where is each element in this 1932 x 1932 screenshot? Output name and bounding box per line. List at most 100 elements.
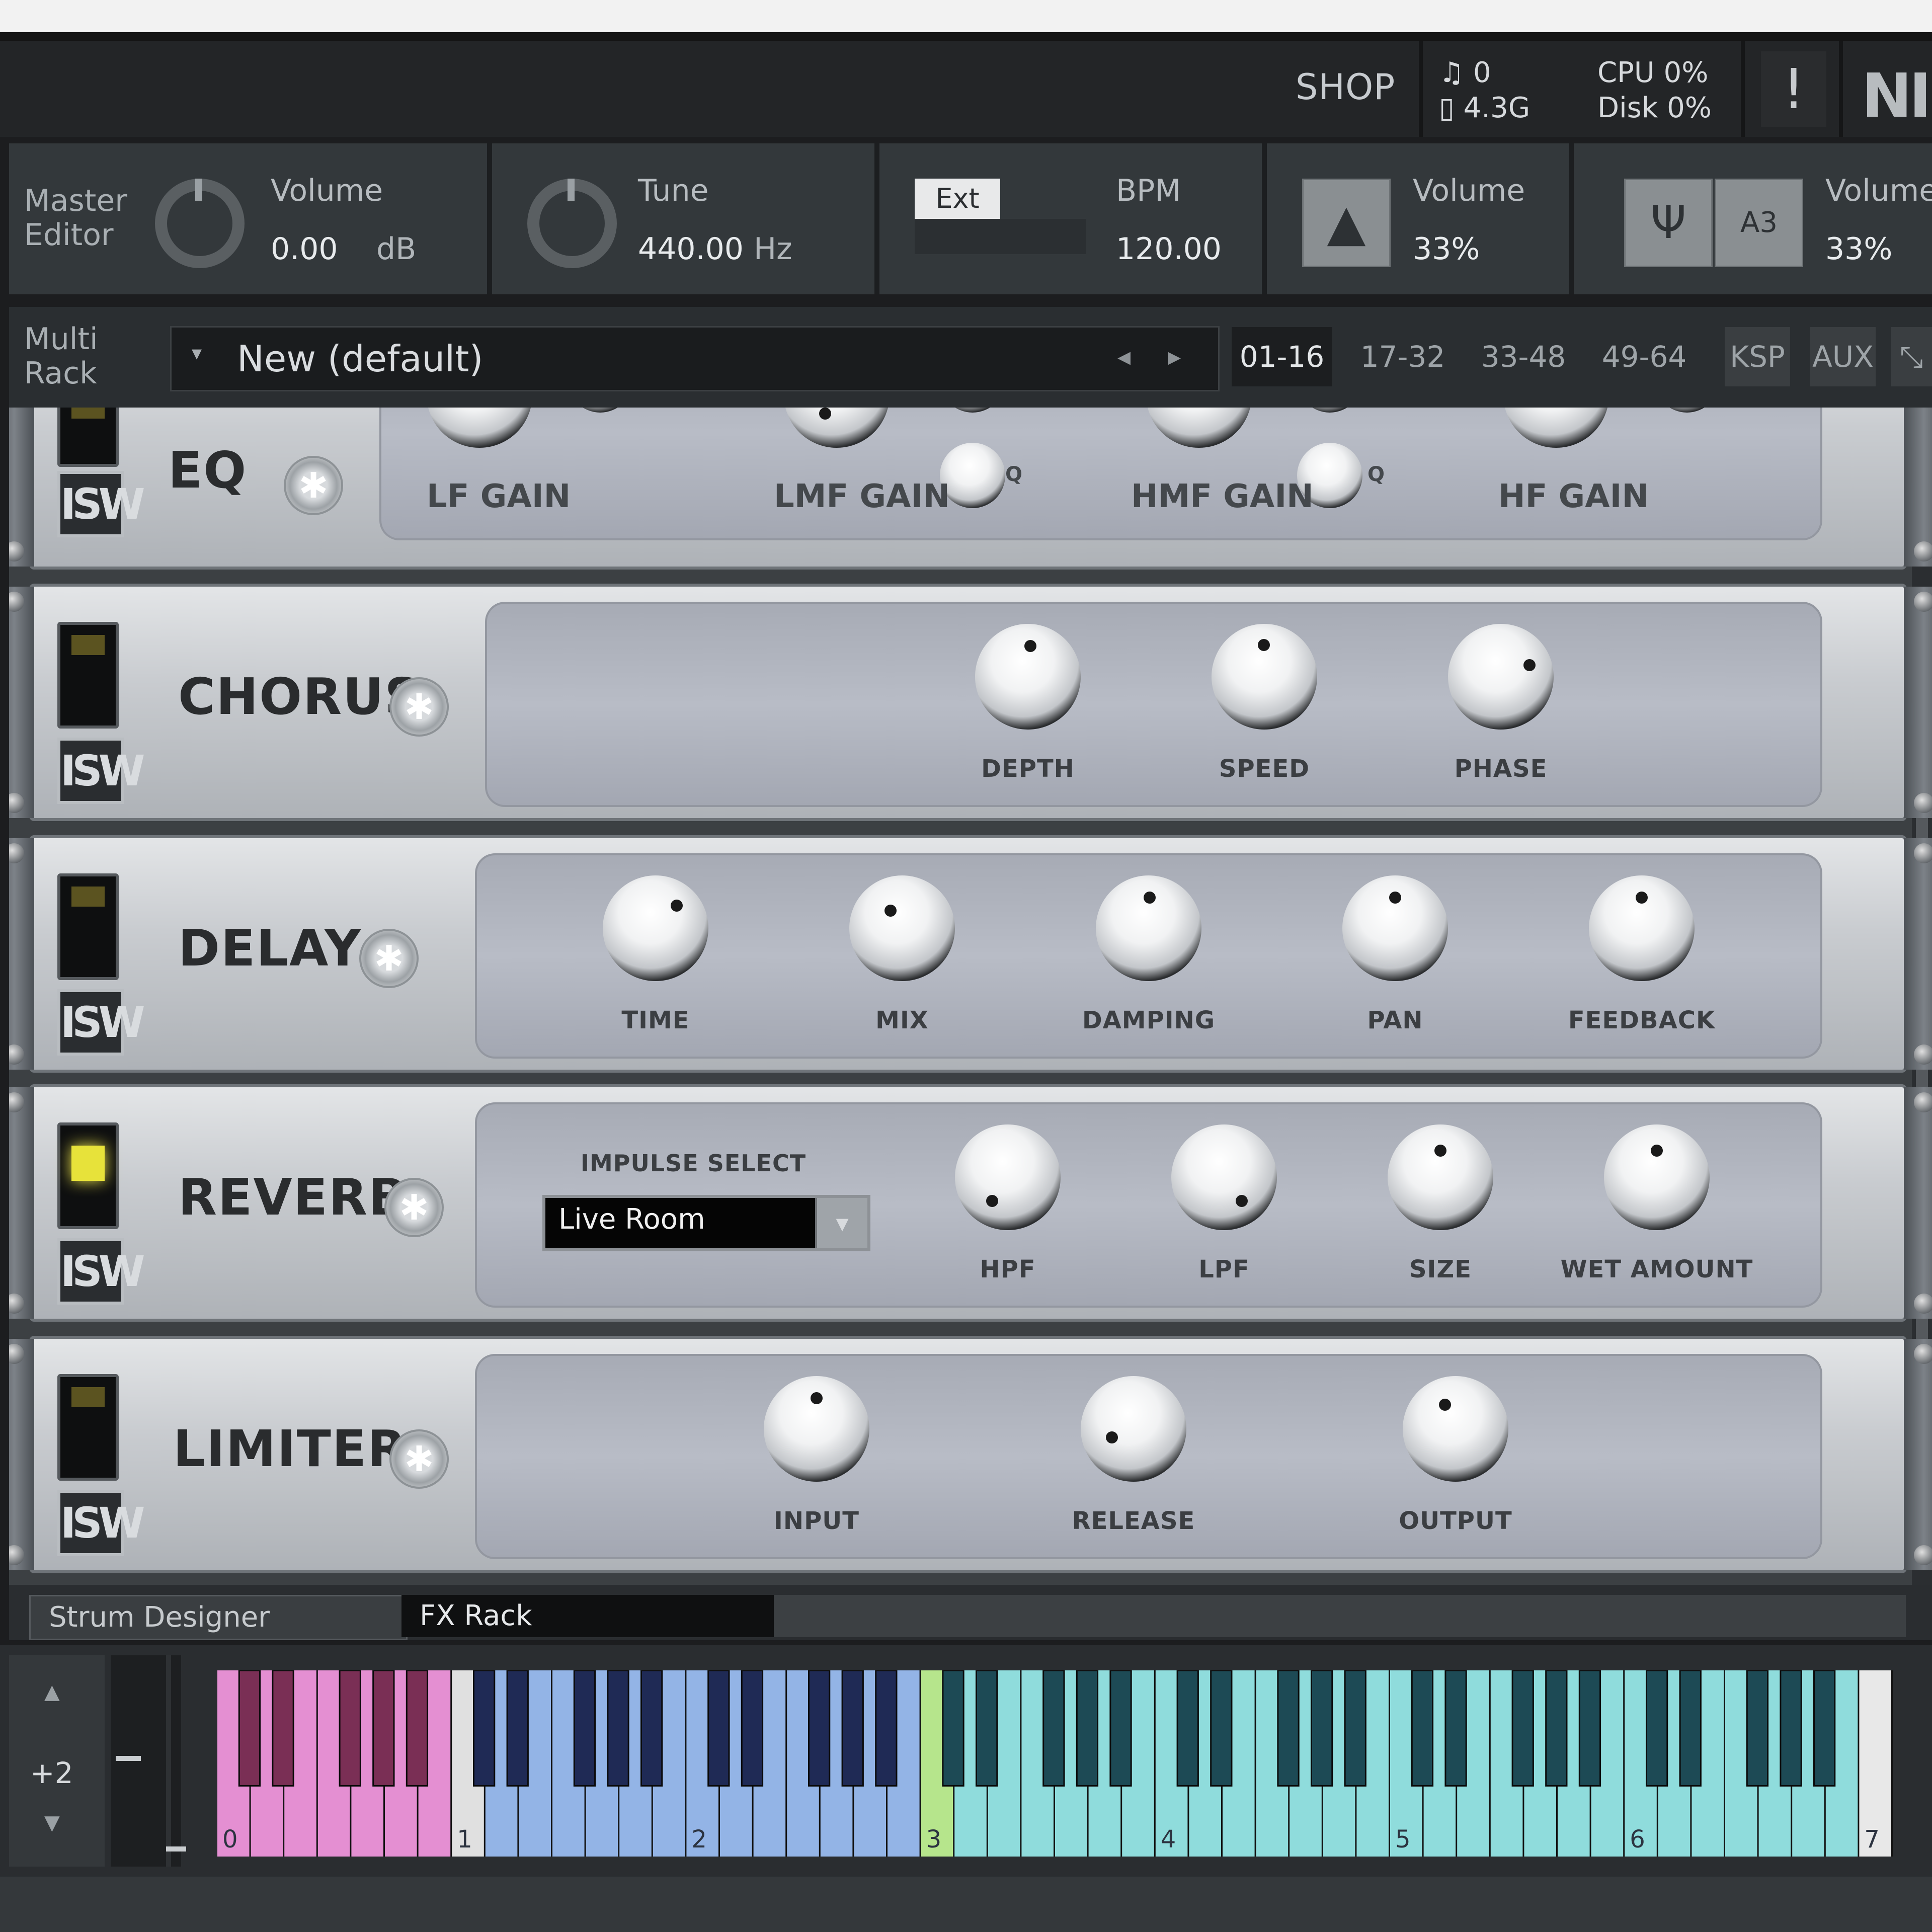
bpm-value[interactable]: 120.00 (1116, 231, 1222, 267)
black-key[interactable] (975, 1669, 998, 1787)
black-key[interactable] (1411, 1669, 1434, 1787)
black-key[interactable] (1277, 1669, 1300, 1787)
keyboard-keys[interactable]: 0 1 2 3 4 5 6 7 (217, 1669, 1893, 1857)
black-key[interactable] (1176, 1669, 1199, 1787)
chevron-down-icon[interactable]: ▾ (192, 342, 202, 365)
limiter-bypass-switch[interactable] (57, 1374, 119, 1481)
size-knob[interactable] (1388, 1124, 1493, 1230)
black-key[interactable] (1645, 1669, 1668, 1787)
metronome-volume-value[interactable]: 33% (1413, 231, 1480, 267)
piano-keyboard[interactable]: 0 1 2 3 4 5 6 7 (217, 1669, 1893, 1857)
hf-gain-knob[interactable] (1503, 408, 1609, 448)
mix-knob[interactable] (849, 875, 955, 981)
black-key[interactable] (1042, 1669, 1065, 1787)
black-key[interactable] (1813, 1669, 1836, 1787)
black-key[interactable] (372, 1669, 395, 1787)
black-key[interactable] (1109, 1669, 1132, 1787)
black-key[interactable] (841, 1669, 864, 1787)
impulse-select-dropdown[interactable]: Live Room ▾ (542, 1195, 870, 1251)
octave-down-icon[interactable]: ▼ (44, 1811, 60, 1834)
tune-knob[interactable] (527, 179, 617, 268)
black-key[interactable] (506, 1669, 529, 1787)
prev-preset-icon[interactable]: ◂ (1117, 342, 1131, 372)
preset-selector[interactable]: ▾ New (default) ◂ ▸ (170, 326, 1220, 391)
black-key[interactable] (339, 1669, 361, 1787)
tuner-volume-value[interactable]: 33% (1825, 231, 1892, 267)
tune-value[interactable]: 440.00 (638, 231, 744, 267)
next-preset-icon[interactable]: ▸ (1168, 342, 1181, 372)
black-key[interactable] (1780, 1669, 1802, 1787)
black-key[interactable] (238, 1669, 261, 1787)
black-key[interactable] (1511, 1669, 1534, 1787)
pitch-wheel-marker[interactable] (116, 1756, 141, 1761)
lpf-knob[interactable] (1171, 1124, 1277, 1230)
black-key[interactable] (472, 1669, 496, 1787)
volume-knob[interactable] (155, 179, 245, 268)
eq-bypass-switch[interactable] (57, 408, 119, 467)
pan-knob[interactable] (1342, 875, 1448, 981)
black-key[interactable] (741, 1669, 764, 1787)
page-33-48[interactable]: 33-48 (1473, 327, 1574, 386)
delay-settings-icon[interactable]: ✱ (359, 929, 419, 988)
hmf-freq-knob[interactable] (1297, 408, 1362, 413)
black-key[interactable] (1679, 1669, 1702, 1787)
page-49-64[interactable]: 49-64 (1594, 327, 1695, 386)
chorus-bypass-switch[interactable] (57, 622, 119, 729)
black-key[interactable] (272, 1669, 294, 1787)
ksp-button[interactable]: KSP (1725, 327, 1790, 386)
depth-knob[interactable] (975, 624, 1081, 730)
reference-note-button[interactable]: A3 (1715, 179, 1803, 267)
shop-button[interactable]: SHOP (1296, 66, 1395, 108)
tap-area[interactable] (915, 219, 1086, 254)
alert-button[interactable]: ! (1761, 51, 1826, 127)
eq-settings-icon[interactable]: ✱ (284, 456, 343, 515)
chevron-down-icon[interactable]: ▾ (815, 1198, 867, 1248)
chorus-settings-icon[interactable]: ✱ (389, 677, 449, 737)
ext-sync-button[interactable]: Ext (915, 179, 1000, 219)
black-key[interactable] (1076, 1669, 1099, 1787)
limiter-settings-icon[interactable]: ✱ (389, 1429, 449, 1489)
black-key[interactable] (942, 1669, 964, 1787)
input-knob[interactable] (764, 1376, 869, 1482)
black-key[interactable] (607, 1669, 629, 1787)
hmf-gain-knob[interactable] (1146, 408, 1252, 448)
ni-logo[interactable]: NI (1862, 61, 1931, 131)
reverb-settings-icon[interactable]: ✱ (384, 1178, 444, 1237)
black-key[interactable] (1210, 1669, 1233, 1787)
black-key[interactable] (640, 1669, 663, 1787)
black-key[interactable] (1545, 1669, 1568, 1787)
aux-button[interactable]: AUX (1810, 327, 1876, 386)
release-knob[interactable] (1081, 1376, 1186, 1482)
black-key[interactable] (1746, 1669, 1769, 1787)
volume-value[interactable]: 0.00 (271, 231, 338, 267)
black-key[interactable] (707, 1669, 730, 1787)
feedback-knob[interactable] (1589, 875, 1695, 981)
black-key[interactable] (808, 1669, 831, 1787)
damping-knob[interactable] (1096, 875, 1201, 981)
tab-strum-designer[interactable]: Strum Designer (29, 1595, 408, 1640)
metronome-icon[interactable]: ▲ (1302, 179, 1391, 267)
lmf-freq-knob[interactable] (940, 408, 1005, 413)
preset-name[interactable]: New (default) (237, 338, 483, 380)
reverb-bypass-switch[interactable] (57, 1122, 119, 1229)
black-key[interactable] (406, 1669, 429, 1787)
tab-fx-rack[interactable]: FX Rack (401, 1595, 792, 1637)
wet-amount-knob[interactable] (1604, 1124, 1710, 1230)
lf-freq-knob[interactable] (568, 408, 633, 413)
black-key[interactable] (1344, 1669, 1366, 1787)
hf-freq-knob[interactable] (1654, 408, 1720, 413)
lf-gain-knob[interactable] (427, 408, 532, 448)
tuning-fork-icon[interactable]: Ψ (1624, 179, 1713, 267)
delay-bypass-switch[interactable] (57, 873, 119, 980)
octave-up-icon[interactable]: ▲ (44, 1680, 60, 1704)
time-knob[interactable] (603, 875, 708, 981)
black-key[interactable] (573, 1669, 596, 1787)
black-key[interactable] (1578, 1669, 1601, 1787)
hpf-knob[interactable] (955, 1124, 1061, 1230)
speed-knob[interactable] (1212, 624, 1317, 730)
mod-wheel-marker[interactable] (166, 1846, 186, 1852)
page-17-32[interactable]: 17-32 (1352, 327, 1453, 386)
pitch-mod-strip[interactable] (111, 1655, 186, 1867)
lmf-gain-knob[interactable] (784, 408, 890, 448)
black-key[interactable] (1310, 1669, 1333, 1787)
